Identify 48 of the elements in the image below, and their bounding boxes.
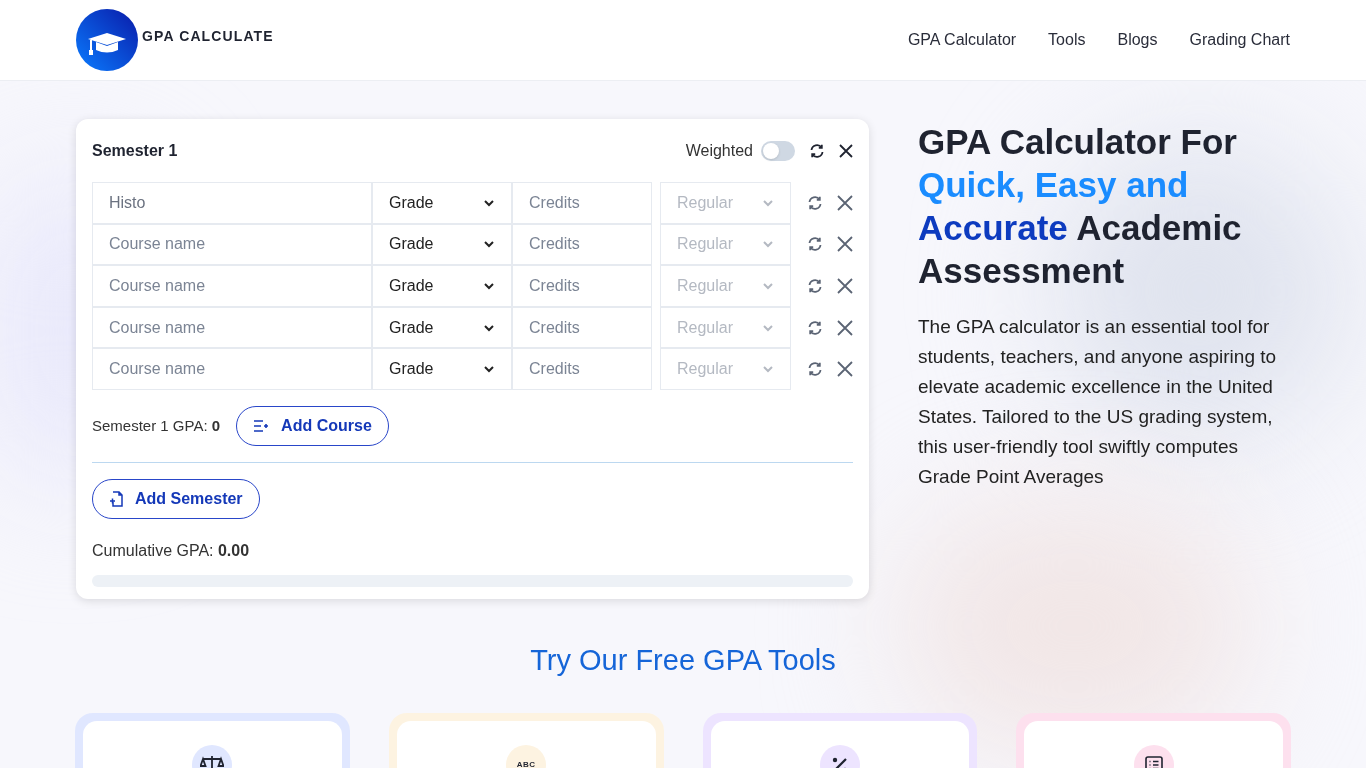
course-name-field[interactable]: Course name bbox=[92, 223, 372, 266]
weighted-toggle[interactable] bbox=[761, 141, 795, 161]
chevron-icon bbox=[483, 240, 495, 249]
semester-gpa: Semester 1 GPA: 0 bbox=[92, 415, 221, 436]
chevron-icon bbox=[762, 323, 774, 332]
file-add-icon bbox=[109, 490, 123, 507]
chevron-icon bbox=[762, 240, 774, 249]
tool-card[interactable]: ABC bbox=[396, 720, 656, 768]
grade-select[interactable]: Grade bbox=[372, 348, 512, 390]
chevron-icon bbox=[762, 282, 774, 290]
tools-title: Try Our Free GPA Tools bbox=[529, 643, 837, 678]
nav-link[interactable]: Grading Chart bbox=[1189, 28, 1290, 52]
grade-select[interactable]: Grade bbox=[372, 306, 512, 349]
grade-select[interactable]: Grade bbox=[372, 265, 512, 307]
hero-title: GPA Calculator For Quick, Easy and Accurate Academic Assessment bbox=[918, 121, 1243, 292]
course-name-field[interactable]: Histo bbox=[92, 182, 372, 224]
close-icon[interactable] bbox=[839, 144, 853, 158]
course-name-field[interactable]: Course name bbox=[92, 265, 372, 307]
logo-icon[interactable] bbox=[76, 9, 138, 71]
chevron-icon bbox=[762, 198, 774, 207]
hero-description: The GPA calculator is an essential tool for students, teachers, and anyone aspiring to elevate academic excellence in the United States. Tailored to the US grading system, this user-friendly tool swiftly computes Grade Point Averages bbox=[918, 315, 1278, 489]
chevron-icon bbox=[483, 365, 495, 374]
grade-select[interactable]: Grade bbox=[372, 182, 512, 224]
credits-field[interactable]: Credits bbox=[512, 223, 652, 266]
credits-field[interactable]: Credits bbox=[512, 265, 652, 307]
logo-text[interactable]: GPA CALCULATE bbox=[142, 25, 274, 47]
list-icon bbox=[1144, 755, 1163, 768]
chevron-icon bbox=[483, 198, 495, 207]
abc-icon: ABC bbox=[516, 758, 536, 768]
semester-title: Semester 1 bbox=[92, 141, 178, 161]
cumulative-gpa: Cumulative GPA: 0.00 bbox=[92, 540, 251, 561]
chevron-icon bbox=[762, 365, 774, 374]
credits-field[interactable]: Credits bbox=[512, 348, 652, 390]
weighted-label: Weighted bbox=[685, 141, 753, 161]
grade-select[interactable]: Grade bbox=[372, 223, 512, 266]
reset-icon[interactable] bbox=[809, 143, 825, 159]
percent-icon bbox=[830, 755, 849, 768]
nav-link[interactable]: GPA Calculator bbox=[907, 28, 1017, 52]
nav-link[interactable]: Blogs bbox=[1117, 28, 1158, 52]
scale-icon bbox=[200, 754, 225, 768]
credits-field[interactable]: Credits bbox=[512, 306, 652, 349]
list-add-icon bbox=[253, 418, 270, 433]
nav-link[interactable]: Tools bbox=[1048, 28, 1086, 52]
course-name-field[interactable]: Course name bbox=[92, 348, 372, 390]
chevron-icon bbox=[483, 323, 495, 332]
credits-field[interactable]: Credits bbox=[512, 182, 652, 224]
chevron-icon bbox=[483, 282, 495, 290]
course-name-field[interactable]: Course name bbox=[92, 306, 372, 349]
